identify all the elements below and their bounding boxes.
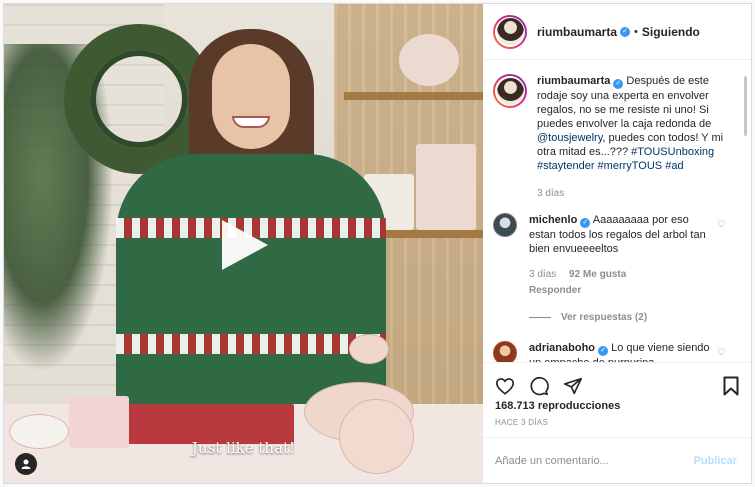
header-username[interactable]: riumbaumarta <box>537 25 617 39</box>
avatar[interactable] <box>493 74 527 108</box>
sweater-pattern-band <box>116 334 386 354</box>
avatar[interactable] <box>493 341 517 362</box>
comment-icon[interactable] <box>529 376 549 396</box>
add-comment-bar: Publicar <box>483 437 751 483</box>
comment-input[interactable] <box>495 454 694 467</box>
person-face <box>212 44 290 149</box>
bookmark-icon[interactable] <box>723 376 739 396</box>
separator-dot: • <box>634 25 638 38</box>
smile <box>232 116 270 128</box>
verified-icon: ✓ <box>580 218 591 228</box>
comment: adrianaboho✓ Lo que viene siendo un empa… <box>493 341 727 362</box>
scrollbar[interactable] <box>744 76 747 136</box>
hashtag-link[interactable]: #staytender <box>537 160 594 172</box>
comment-username[interactable]: michenlo <box>529 214 577 226</box>
post-header: riumbaumarta ✓ • Siguiendo <box>483 4 751 60</box>
hashtag-link[interactable]: #ad <box>665 160 683 172</box>
post-card: Just like that! riumbaumarta ✓ • Siguien… <box>3 3 752 484</box>
avatar[interactable] <box>493 213 517 237</box>
heart-icon[interactable] <box>495 377 515 395</box>
reply-button[interactable]: Responder <box>529 284 717 298</box>
action-bar <box>483 362 751 400</box>
play-icon[interactable] <box>222 220 268 270</box>
round-tin-box <box>349 334 389 364</box>
publish-button[interactable]: Publicar <box>694 455 737 467</box>
caption: riumbaumarta ✓ Después de este rodaje soy… <box>493 74 727 201</box>
round-tin-box <box>339 399 414 474</box>
hashtag-link[interactable]: #TOUSUnboxing <box>631 146 714 158</box>
verified-icon: ✓ <box>613 79 624 89</box>
view-replies-label: Ver respuestas (2) <box>561 312 648 323</box>
round-gift-box <box>399 34 459 86</box>
caption-username[interactable]: riumbaumarta <box>537 75 610 87</box>
divider <box>529 317 551 318</box>
verified-icon: ✓ <box>620 26 631 37</box>
comment-time[interactable]: 3 días <box>529 269 556 280</box>
verified-icon: ✓ <box>598 346 609 356</box>
comment-likes[interactable]: 92 Me gusta <box>569 269 626 280</box>
post-date[interactable]: HACE 3 DÍAS <box>483 412 751 427</box>
comments-list[interactable]: riumbaumarta ✓ Después de este rodaje soy… <box>483 60 751 362</box>
share-icon[interactable] <box>563 377 583 395</box>
view-count[interactable]: 168.713 reproducciones <box>483 400 751 412</box>
video-subtitle: Just like that! <box>191 439 296 457</box>
view-replies-button[interactable]: Ver respuestas (2) <box>529 312 727 323</box>
person-icon[interactable] <box>15 453 37 475</box>
video-player[interactable]: Just like that! <box>4 4 483 483</box>
comment: michenlo ✓ Aaaaaaaaa por eso estan todos … <box>493 213 727 298</box>
gift-box <box>416 144 476 230</box>
heart-icon[interactable]: ♡ <box>717 219 727 298</box>
hashtag-link[interactable]: #merryTOUS <box>598 160 663 172</box>
post-side-panel: riumbaumarta ✓ • Siguiendo riumbaumarta ✓… <box>483 4 751 483</box>
wrapping-paper <box>124 404 294 444</box>
christmas-sweater <box>116 154 386 404</box>
caption-time[interactable]: 3 días <box>537 187 727 201</box>
shelf-board <box>344 92 483 100</box>
following-button[interactable]: Siguiendo <box>642 25 700 39</box>
comment-username[interactable]: adrianaboho <box>529 342 595 354</box>
avatar[interactable] <box>493 14 527 49</box>
mention-link[interactable]: @tousjewelry <box>537 132 602 144</box>
heart-icon[interactable]: ♡ <box>717 347 727 362</box>
